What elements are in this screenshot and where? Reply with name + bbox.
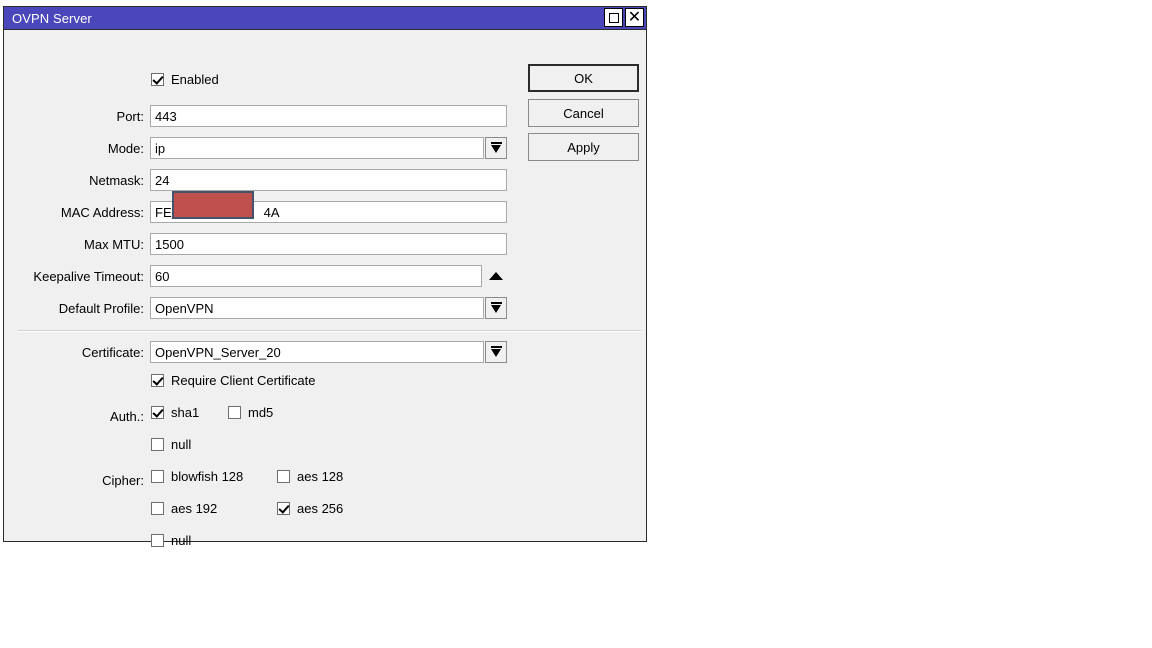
dialog-body: Enabled Port: 443 Mode: ip Netmask: 24 M… <box>4 30 646 541</box>
require-client-certificate-row[interactable]: Require Client Certificate <box>151 373 316 388</box>
chevron-down-icon <box>491 142 502 154</box>
cipher-label: Cipher: <box>4 473 149 488</box>
cipher-blowfish-128-label: blowfish 128 <box>171 469 243 484</box>
default-profile-input[interactable]: OpenVPN <box>150 297 484 319</box>
cipher-option-aes-128[interactable]: aes 128 <box>277 469 343 484</box>
cipher-aes-128-label: aes 128 <box>297 469 343 484</box>
cipher-option-aes-192[interactable]: aes 192 <box>151 501 217 516</box>
default-profile-dropdown-button[interactable] <box>485 297 507 319</box>
cancel-button[interactable]: Cancel <box>528 99 639 127</box>
ovpn-server-dialog: OVPN Server ✕ Enabled Port: 443 Mode: ip <box>3 6 647 542</box>
max-mtu-input[interactable]: 1500 <box>150 233 507 255</box>
mode-label: Mode: <box>4 141 149 156</box>
auth-option-md5[interactable]: md5 <box>228 405 273 420</box>
auth-label: Auth.: <box>4 409 149 424</box>
enabled-label: Enabled <box>171 72 219 87</box>
default-profile-label: Default Profile: <box>4 301 149 316</box>
cipher-blowfish-128-checkbox[interactable] <box>151 470 164 483</box>
port-input[interactable]: 443 <box>150 105 507 127</box>
auth-sha1-checkbox[interactable] <box>151 406 164 419</box>
require-client-certificate-checkbox[interactable] <box>151 374 164 387</box>
certificate-input[interactable]: OpenVPN_Server_20 <box>150 341 484 363</box>
keepalive-timeout-stepper-up[interactable] <box>488 265 504 287</box>
mac-address-prefix: FE <box>155 205 172 220</box>
cipher-option-blowfish-128[interactable]: blowfish 128 <box>151 469 243 484</box>
default-profile-row: Default Profile: OpenVPN <box>4 296 646 320</box>
max-mtu-row: Max MTU: 1500 <box>4 232 646 256</box>
keepalive-timeout-row: Keepalive Timeout: 60 <box>4 264 646 288</box>
keepalive-timeout-label: Keepalive Timeout: <box>4 269 149 284</box>
mode-dropdown-button[interactable] <box>485 137 507 159</box>
ok-button[interactable]: OK <box>528 64 639 92</box>
certificate-label: Certificate: <box>4 345 149 360</box>
auth-md5-checkbox[interactable] <box>228 406 241 419</box>
netmask-row: Netmask: 24 <box>4 168 646 192</box>
apply-button[interactable]: Apply <box>528 133 639 161</box>
mode-input[interactable]: ip <box>150 137 484 159</box>
auth-md5-label: md5 <box>248 405 273 420</box>
cipher-aes-192-checkbox[interactable] <box>151 502 164 515</box>
mac-address-label: MAC Address: <box>4 205 149 220</box>
chevron-down-icon <box>491 302 502 314</box>
auth-sha1-label: sha1 <box>171 405 199 420</box>
enabled-checkbox[interactable] <box>151 73 164 86</box>
cipher-aes-256-label: aes 256 <box>297 501 343 516</box>
close-button[interactable]: ✕ <box>625 8 644 27</box>
mac-address-suffix: 4A <box>264 205 280 220</box>
cipher-null-checkbox[interactable] <box>151 534 164 547</box>
cipher-option-null[interactable]: null <box>151 533 191 548</box>
auth-option-null[interactable]: null <box>151 437 191 452</box>
auth-null-checkbox[interactable] <box>151 438 164 451</box>
enabled-checkbox-row[interactable]: Enabled <box>151 72 219 87</box>
title-bar[interactable]: OVPN Server ✕ <box>4 7 646 30</box>
chevron-down-icon <box>491 346 502 358</box>
close-icon: ✕ <box>628 11 641 25</box>
keepalive-timeout-input[interactable]: 60 <box>150 265 482 287</box>
window-controls: ✕ <box>604 8 644 27</box>
cipher-aes-192-label: aes 192 <box>171 501 217 516</box>
max-mtu-label: Max MTU: <box>4 237 149 252</box>
cipher-option-aes-256[interactable]: aes 256 <box>277 501 343 516</box>
certificate-dropdown-button[interactable] <box>485 341 507 363</box>
certificate-row: Certificate: OpenVPN_Server_20 <box>4 340 646 364</box>
auth-option-sha1[interactable]: sha1 <box>151 405 199 420</box>
cipher-aes-256-checkbox[interactable] <box>277 502 290 515</box>
netmask-label: Netmask: <box>4 173 149 188</box>
redaction-overlay <box>172 191 254 219</box>
auth-null-label: null <box>171 437 191 452</box>
section-divider <box>18 330 641 332</box>
restore-button[interactable] <box>604 8 623 27</box>
mac-address-row: MAC Address: FE 4A <box>4 200 646 224</box>
netmask-input[interactable]: 24 <box>150 169 507 191</box>
port-label: Port: <box>4 109 149 124</box>
window-title: OVPN Server <box>4 11 92 26</box>
require-client-certificate-label: Require Client Certificate <box>171 373 316 388</box>
triangle-up-icon <box>489 272 503 280</box>
cipher-aes-128-checkbox[interactable] <box>277 470 290 483</box>
restore-icon <box>609 13 619 23</box>
cipher-null-label: null <box>171 533 191 548</box>
